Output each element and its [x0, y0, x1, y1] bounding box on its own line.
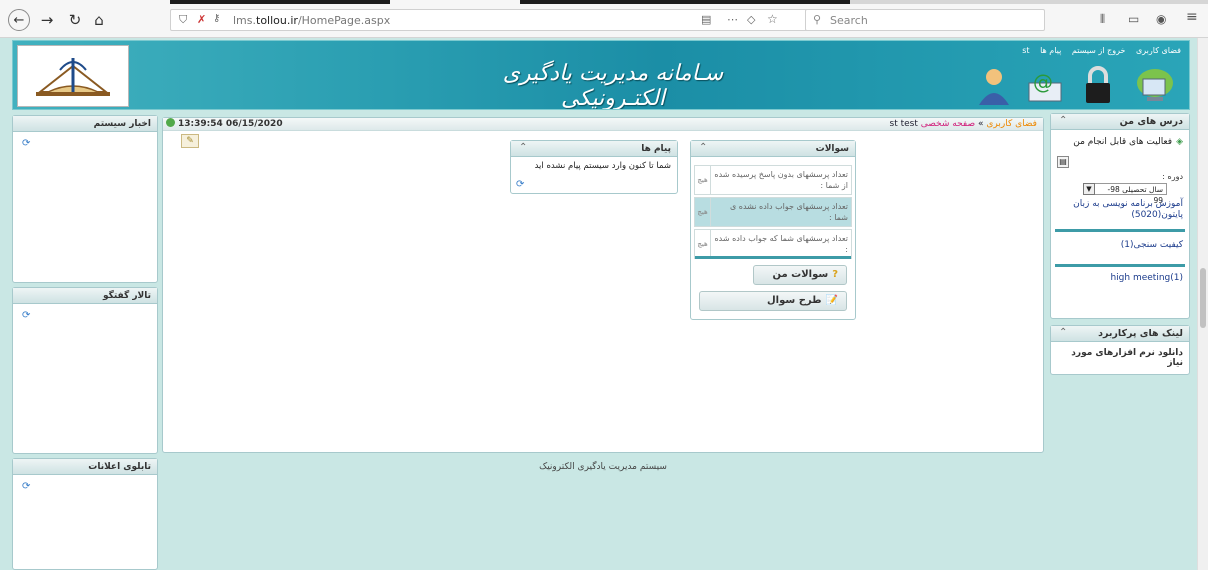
link-messages[interactable]: پیام ها: [1040, 46, 1061, 55]
edit-icon[interactable]: ✎: [181, 134, 199, 148]
quality-link[interactable]: کیفیت سنجی(1): [1057, 240, 1183, 250]
account-icon[interactable]: ◉: [1156, 12, 1166, 26]
url-text: lms.tollou.ir/HomePage.aspx: [233, 14, 391, 27]
stat-row-unanswered-to-you: تعداد پرسشهای بدون پاسخ پرسیده شده از شم…: [694, 165, 852, 195]
back-icon[interactable]: ←: [8, 9, 30, 31]
stat-count: هیچ: [695, 230, 711, 258]
breadcrumb-user-space[interactable]: فضای کاربری: [986, 119, 1037, 129]
site-logo[interactable]: [17, 45, 129, 107]
reload-icon[interactable]: ↻: [64, 10, 86, 30]
term-label: دوره :: [1162, 172, 1183, 181]
help-note-icon: 📝: [825, 295, 838, 306]
forward-icon[interactable]: →: [36, 10, 58, 30]
activities-link[interactable]: ◈ فعالیت های قابل انجام من: [1057, 136, 1183, 148]
clock-icon: [166, 118, 175, 127]
messages-panel: پیام ها ⌃ شما تا کنون وارد سیستم پیام نش…: [510, 140, 678, 194]
bookmark-star-icon[interactable]: ☆: [767, 12, 778, 26]
questions-panel: سوالات ⌃ تعداد پرسشهای بدون پاسخ پرسیده …: [690, 140, 856, 320]
question-icon: ?: [832, 269, 838, 280]
header-links: فضای کاربری خروج از سیستم پیام ها st: [1014, 46, 1181, 55]
lock-broken-icon: ✗: [197, 13, 207, 26]
collapse-icon[interactable]: ⌃: [519, 142, 527, 153]
term-select[interactable]: سال تحصیلی 98-99: [1095, 183, 1167, 205]
email-icon: @: [1025, 65, 1065, 109]
refresh-icon[interactable]: ⟳: [22, 138, 30, 149]
divider: [1055, 229, 1185, 232]
activities-label: فعالیت های قابل انجام من: [1073, 137, 1173, 147]
address-bar[interactable]: ⛉ ✗ ⚷ lms.tollou.ir/HomePage.aspx ▤ ⋯ ◇ …: [170, 9, 850, 31]
menu-icon[interactable]: ≡: [1186, 9, 1198, 25]
more-icon[interactable]: ⋯: [727, 13, 738, 26]
user-icon: [975, 65, 1013, 109]
course-link[interactable]: آموزش برنامه نویسی به زبان پایتون(5020): [1057, 199, 1183, 221]
useful-links-title: لینک های پرکاربرد: [1051, 326, 1189, 342]
collapse-icon[interactable]: ⌃: [699, 142, 707, 153]
announcements-title: تابلوی اعلانات: [13, 459, 157, 475]
datetime: 13:39:54 06/15/2020: [166, 118, 283, 131]
my-courses-title: درس های من: [1051, 114, 1189, 130]
calendar-wrap: ▤: [1057, 156, 1183, 168]
sidebar-icon[interactable]: ▭: [1128, 12, 1139, 26]
announcements-panel: تابلوی اعلانات ⟳: [12, 458, 158, 570]
breadcrumb-separator: »: [975, 119, 987, 129]
lock-icon: [1081, 65, 1115, 109]
library-icon[interactable]: ⫴: [1100, 12, 1105, 27]
search-icon: ⚲: [813, 13, 822, 26]
divider: [695, 256, 851, 259]
link-logout[interactable]: خروج از سیستم: [1072, 46, 1126, 55]
system-news-title: اخبار سیستم: [13, 116, 157, 132]
refresh-icon[interactable]: ⟳: [22, 481, 30, 492]
useful-links-panel: لینک های پرکاربرد ⌃ دانلود نرم افزارهای …: [1050, 325, 1190, 375]
breadcrumb-personal-page[interactable]: صفحه شخصی: [921, 119, 975, 129]
reader-icon[interactable]: ▤: [701, 13, 711, 26]
ask-question-button[interactable]: 📝طرح سوال: [699, 291, 847, 311]
stat-count: هیچ: [695, 166, 711, 194]
stat-row-your-unanswered: تعداد پرسشهای جواب داده نشده ی شما : هیچ: [694, 197, 852, 227]
breadcrumb: فضای کاربری » صفحه شخصی st test: [890, 118, 1038, 131]
download-software-link[interactable]: دانلود نرم افزارهای مورد نیاز: [1051, 342, 1189, 374]
my-courses-panel: درس های من ⌃ ◈ فعالیت های قابل انجام من …: [1050, 113, 1190, 319]
search-placeholder: Search: [830, 14, 868, 27]
forum-panel: تالار گفتگو ⟳: [12, 287, 158, 454]
forum-title: تالار گفتگو: [13, 288, 157, 304]
browser-search-input[interactable]: ⚲ Search: [805, 9, 1045, 31]
term-select-wrap: ▼ سال تحصیلی 98-99: [1057, 183, 1183, 205]
link-user[interactable]: st: [1022, 46, 1029, 55]
main-content: 13:39:54 06/15/2020 فضای کاربری » صفحه ش…: [162, 117, 1044, 453]
meeting-link[interactable]: high meeting(1): [1057, 273, 1183, 283]
breadcrumb-username: st test: [889, 119, 918, 129]
tab-strip: [0, 0, 1208, 4]
arrow-icon: ◈: [1176, 137, 1183, 147]
stat-row-your-answered: تعداد پرسشهای شما که جواب داده شده : هیچ: [694, 229, 852, 259]
questions-title: سوالات: [691, 141, 855, 157]
pocket-icon[interactable]: ◇: [747, 13, 755, 26]
stat-count: هیچ: [695, 198, 711, 226]
calendar-icon[interactable]: ▤: [1057, 156, 1069, 168]
chevron-down-icon[interactable]: ▼: [1083, 183, 1095, 195]
stat-label: تعداد پرسشهای جواب داده نشده ی شما :: [729, 202, 848, 222]
divider: [1055, 264, 1185, 267]
refresh-icon[interactable]: ⟳: [516, 179, 524, 190]
messages-title: پیام ها: [511, 141, 677, 157]
refresh-icon[interactable]: ⟳: [22, 310, 30, 321]
collapse-icon[interactable]: ⌃: [1059, 115, 1067, 126]
svg-text:@: @: [1033, 70, 1053, 94]
system-news-panel: اخبار سیستم ⟳: [12, 115, 158, 283]
page-scrollbar[interactable]: [1197, 38, 1208, 570]
content-header: 13:39:54 06/15/2020 فضای کاربری » صفحه ش…: [163, 118, 1043, 131]
site-header: سـامانه مدیریت یادگیری الکتـرونیکی فضای …: [12, 40, 1190, 110]
home-icon[interactable]: ⌂: [88, 10, 110, 30]
key-icon: ⚷: [213, 13, 221, 24]
stat-label: تعداد پرسشهای بدون پاسخ پرسیده شده از شم…: [714, 170, 848, 190]
footer-text: سیستم مدیریت یادگیری الکترونیک: [539, 462, 667, 472]
my-questions-button[interactable]: ?سوالات من: [753, 265, 847, 285]
stat-label: تعداد پرسشهای شما که جواب داده شده :: [714, 234, 848, 254]
shield-icon: ⛉: [179, 13, 188, 26]
collapse-icon[interactable]: ⌃: [1059, 327, 1067, 338]
browser-toolbar: ← → ↻ ⌂ ⛉ ✗ ⚷ lms.tollou.ir/HomePage.asp…: [0, 0, 1208, 38]
link-user-space[interactable]: فضای کاربری: [1136, 46, 1181, 55]
site-title: سـامانه مدیریت یادگیری الکتـرونیکی: [502, 61, 724, 110]
messages-text: شما تا کنون وارد سیستم پیام نشده اید: [534, 161, 671, 171]
computer-icon: [1133, 65, 1177, 109]
